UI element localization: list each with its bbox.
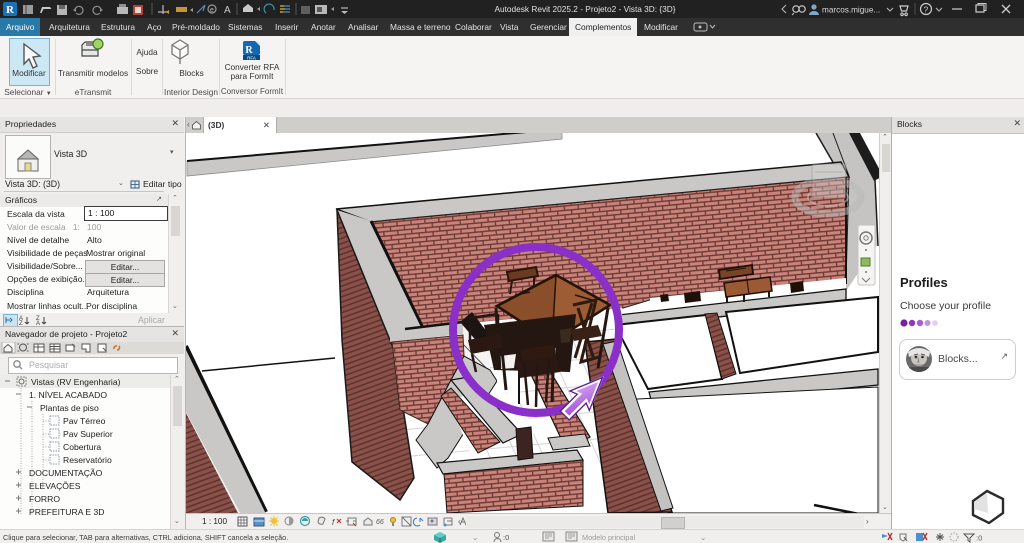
svg-text:R: R (6, 4, 15, 16)
svg-text:FORRO: FORRO (29, 494, 60, 504)
svg-text:e: e (210, 7, 214, 14)
svg-text:Reservatório: Reservatório (63, 455, 112, 465)
svg-text:marcos.migue...: marcos.migue... (822, 6, 880, 15)
svg-text:66: 66 (376, 519, 384, 526)
svg-text:Cobertura: Cobertura (63, 442, 101, 452)
svg-text:R: R (245, 45, 253, 56)
svg-text:DOCUMENTAÇÃO: DOCUMENTAÇÃO (29, 468, 103, 478)
svg-text:Pav Térreo: Pav Térreo (63, 416, 106, 426)
svg-text:A: A (224, 5, 231, 16)
svg-text:Vistas (RV Engenharia): Vistas (RV Engenharia) (31, 377, 121, 387)
svg-text:?: ? (924, 5, 929, 15)
svg-text:ELEVAÇÕES: ELEVAÇÕES (29, 481, 81, 491)
svg-text:f: f (332, 518, 335, 527)
svg-text:Plantas de piso: Plantas de piso (40, 403, 99, 413)
svg-text::0: :0 (503, 533, 509, 542)
svg-text:RFA: RFA (247, 56, 256, 61)
svg-text::0: :0 (976, 534, 982, 543)
svg-text:PREFEITURA E 3D: PREFEITURA E 3D (29, 507, 104, 517)
svg-text:Pav Superior: Pav Superior (63, 429, 113, 439)
svg-text:1. NÍVEL ACABADO: 1. NÍVEL ACABADO (29, 390, 107, 400)
